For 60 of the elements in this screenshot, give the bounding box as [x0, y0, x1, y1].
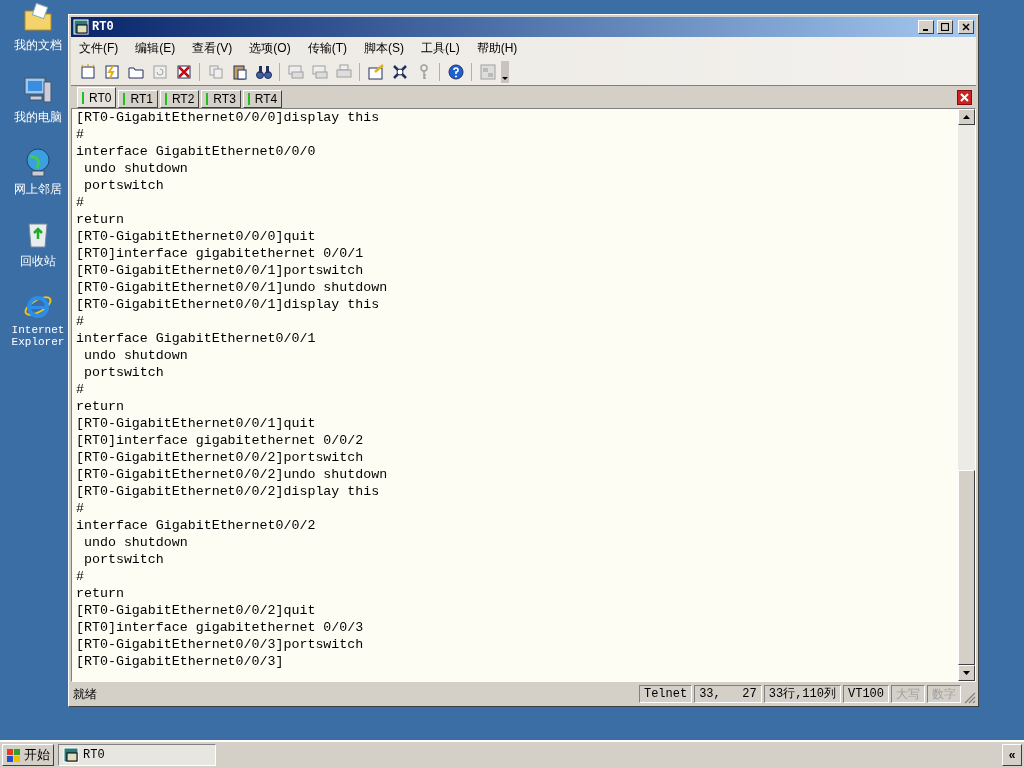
menu-item[interactable]: 选项(O) [249, 38, 291, 57]
terminal-line: # [76, 500, 85, 517]
terminal-line: [RT0-GigabitEthernet0/0/3] [76, 653, 285, 670]
menu-item[interactable]: 帮助(H) [476, 38, 518, 57]
terminal-line: portswitch [82, 177, 165, 194]
desktop-icon-label[interactable]: 我的电脑 [14, 108, 62, 126]
taskbar-button[interactable]: RT0 [58, 744, 216, 766]
status-panel: VT100 [843, 685, 889, 703]
terminal-line: # [76, 381, 85, 398]
terminal-line: [RT0]interface gigabitethernet 0/0/3 [76, 619, 365, 636]
menu-item[interactable]: 脚本(S) [364, 38, 404, 57]
terminal-line: undo shutdown [82, 160, 189, 177]
terminal-line: undo shutdown [82, 347, 189, 364]
terminal-line: [RT0-GigabitEthernet0/0/1]display this [76, 296, 381, 313]
terminal-line: [RT0-GigabitEthernet0/0/1]quit [76, 415, 317, 432]
menu-item[interactable]: 传输(T) [307, 38, 347, 57]
terminal-line: [RT0-GigabitEthernet0/0/3]portswitch [76, 636, 365, 653]
status-panel: 33行,110列 [763, 685, 841, 703]
session-tab[interactable]: RT1 [118, 90, 158, 108]
desktop-icon-label[interactable]: 网上邻居 [14, 180, 62, 198]
status-message: 就绪 [72, 686, 98, 703]
terminal-line: # [76, 126, 85, 143]
status-panel: 33, 27 [694, 685, 762, 703]
terminal-line: [RT0-GigabitEthernet0/0/2]portswitch [76, 449, 365, 466]
terminal-line: # [76, 194, 85, 211]
menu-item[interactable]: 工具(L) [421, 38, 460, 57]
terminal-line: return [76, 398, 125, 415]
status-panel: Telnet [638, 685, 693, 703]
terminal-line: [RT0-GigabitEthernet0/0/1]undo shutdown [76, 279, 389, 296]
terminal-line: [RT0-GigabitEthernet0/0/2]display this [76, 483, 381, 500]
terminal-line: # [76, 568, 85, 585]
menu-item[interactable]: 编辑(E) [135, 38, 176, 57]
terminal-line: portswitch [82, 364, 165, 381]
terminal-line: return [76, 585, 125, 602]
window-title: RT0 [92, 19, 114, 36]
desktop-icon-label[interactable]: 回收站 [20, 252, 56, 270]
start-button[interactable]: 开始 [2, 744, 54, 766]
session-tab[interactable]: RT4 [242, 90, 283, 108]
show-hidden-icons-button[interactable]: « [1002, 744, 1022, 766]
terminal-line: [RT0-GigabitEthernet0/0/0]quit [76, 228, 317, 245]
terminal-line: undo shutdown [82, 534, 189, 551]
terminal-line: interface GigabitEthernet0/0/2 [76, 517, 317, 534]
session-tab[interactable]: RT0 [77, 87, 117, 108]
terminal-line: portswitch [82, 551, 165, 568]
terminal-line: interface GigabitEthernet0/0/1 [76, 330, 317, 347]
desktop-icon-label[interactable]: Internet Explorer [8, 324, 68, 348]
session-tab[interactable]: RT3 [201, 90, 241, 108]
terminal-line: [RT0-GigabitEthernet0/0/0]display this [76, 109, 381, 126]
terminal-line: [RT0-GigabitEthernet0/0/2]quit [76, 602, 317, 619]
menu-item[interactable]: 查看(V) [192, 38, 233, 57]
terminal-line: # [76, 313, 85, 330]
terminal-line: [RT0-GigabitEthernet0/0/2]undo shutdown [76, 466, 389, 483]
terminal-line: interface GigabitEthernet0/0/0 [76, 143, 317, 160]
terminal-line: [RT0-GigabitEthernet0/0/1]portswitch [76, 262, 365, 279]
session-tab[interactable]: RT2 [159, 90, 200, 108]
terminal-line: [RT0]interface gigabitethernet 0/0/1 [76, 245, 365, 262]
terminal-line: return [76, 211, 125, 228]
menu-item[interactable]: 文件(F) [79, 38, 119, 57]
desktop-icon-label[interactable]: 我的文档 [14, 36, 62, 54]
terminal-line: [RT0]interface gigabitethernet 0/0/2 [76, 432, 365, 449]
